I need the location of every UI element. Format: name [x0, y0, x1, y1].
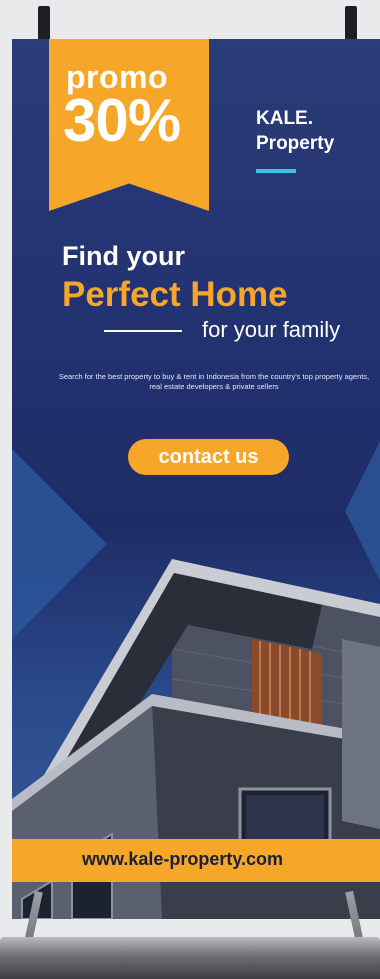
promo-percent: 30%: [63, 87, 181, 154]
headline-line-3: for your family: [202, 317, 341, 342]
brand-underline: [256, 169, 296, 173]
headline-divider: [104, 330, 182, 332]
website-url: www.kale-property.com: [82, 849, 284, 869]
rollup-banner-stand: promo 30% KALE. Property Find your Perfe…: [0, 0, 380, 979]
contact-us-button[interactable]: contact us: [128, 439, 289, 475]
promo-banner: promo 30% KALE. Property Find your Perfe…: [12, 39, 380, 919]
brand-line-1: KALE.: [256, 108, 313, 129]
building-side-tower: [342, 639, 380, 829]
stand-base: [0, 937, 380, 979]
stand-top-clip-right: [345, 6, 357, 40]
headline-line-2: Perfect Home: [62, 275, 288, 314]
headline-line-1: Find your: [62, 241, 185, 271]
website-bar: www.kale-property.com: [12, 839, 380, 882]
promo-ribbon: promo 30%: [49, 39, 209, 211]
brand-line-2: Property: [256, 132, 335, 154]
description-text: Search for the best property to buy & re…: [58, 372, 370, 392]
stand-top-clip-left: [38, 6, 50, 40]
brand-logo: KALE. Property: [256, 107, 334, 156]
